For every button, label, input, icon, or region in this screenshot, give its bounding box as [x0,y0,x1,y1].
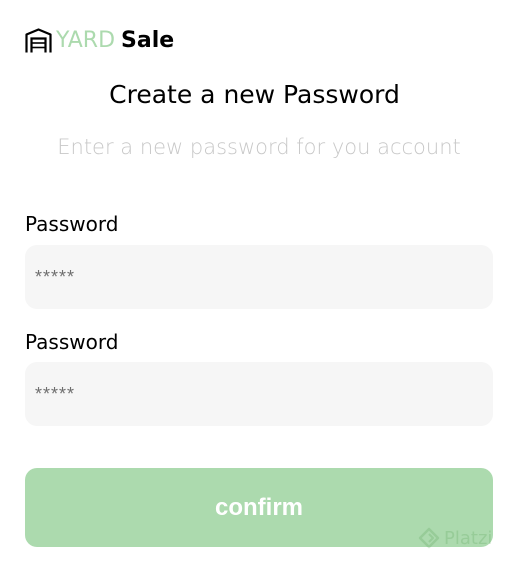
password-label: Password [25,212,119,236]
garage-icon [25,28,52,53]
page-title: Create a new Password [109,80,400,109]
password-input[interactable] [25,245,493,309]
platzi-watermark-text: Platzi [444,527,493,549]
yard-sale-logo: YARD Sale [25,28,174,54]
confirm-password-input[interactable] [25,362,493,426]
logo-sale-text: Sale [121,28,175,53]
confirm-password-label: Password [25,330,119,354]
platzi-icon [418,527,440,549]
logo-yard-text: YARD [56,28,116,53]
page-subtitle: Enter a new password for you account [57,135,461,159]
platzi-watermark: Platzi [418,527,492,549]
logo-wordmark: YARD Sale [56,28,174,54]
